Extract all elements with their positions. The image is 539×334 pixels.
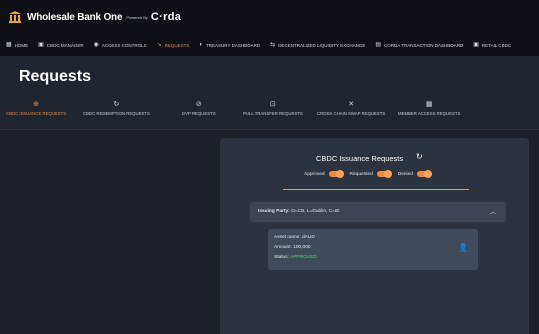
app-title: Wholesale Bank One [27,11,123,23]
tab-label: MEMBER ACCESS REQUESTS [398,111,461,116]
bank-icon [9,11,21,23]
page-title: Requests [19,68,92,85]
filter-approved-label: Approved [304,171,325,177]
amount-value: 100,000 [293,245,311,250]
request-card: Asset name: dAUD Amount: 100,000 Status:… [268,229,478,270]
amount-row: Amount: 100,000 [274,245,311,250]
request-icon: ↘ [156,42,162,48]
nav-item-label: ACCESS CONTROLS [101,42,147,48]
issuing-party-prefix: Issuing Party: [258,209,290,214]
tab-cbdc-redemption[interactable]: ↻ CBDC REDEMPTION REQUESTS [83,100,150,116]
dashboard-icon: ▤ [375,42,382,48]
asset-row: Asset name: dAUD [274,235,315,240]
nav-item-treasury-dashboard[interactable]: ◐ TREASURY DASHBOARD [199,42,260,48]
coin-icon: ⊕ [33,101,40,108]
amount-label: Amount: [274,245,292,250]
nav-item-label: DECENTRALIZED LIQUIDITY EXCHANGE [278,42,366,48]
chevron-up-icon[interactable]: ︿ [490,207,496,216]
denied-toggle[interactable] [416,170,432,178]
nav-item-cbdc-manager[interactable]: ▣ CBDC MANAGER [38,42,83,48]
dvp-icon: ⊘ [195,101,202,108]
issuing-party-accordion[interactable]: Issuing Party: O=CB, L=Dublin, C=IE ︿ [250,202,506,222]
tab-member-access[interactable]: ▦ MEMBER ACCESS REQUESTS [398,100,460,116]
nav-item-label: HOME [14,42,29,48]
filter-requested-label: Requested [349,171,373,177]
nav-item-requests[interactable]: ↘ REQUESTS [157,42,190,48]
nav-item-corda-dashboard[interactable]: ▤ CORDA TRANSACTION DASHBOARD [375,42,463,48]
tab-pull-transfer[interactable]: ⊡ PULL TRANSFER REQUESTS [243,100,303,116]
grid-icon: ▦ [6,42,12,48]
person-icon[interactable]: 👤 [458,243,468,252]
issuance-requests-panel: CBDC Issuance Requests ↻ Approved Reques… [220,138,529,334]
swap-icon: ✕ [348,101,355,108]
tab-cross-chain-swap[interactable]: ✕ CROSS CHAIN SWAP REQUESTS [317,100,385,116]
filter-requested: Requested [349,170,392,178]
status-badge: APPROVED [290,255,317,260]
nav-item-label: CBDC MANAGER [46,42,84,48]
divider [283,189,469,190]
status-row: Status: APPROVED [274,255,317,260]
nav-item-label: TREASURY DASHBOARD [206,42,261,48]
nav-item-label: RETAIL CBDC [481,42,512,48]
wallet-icon: ▣ [38,42,44,48]
issuing-party-value: O=CB, L=Dublin, C=IE [291,209,340,214]
treasury-icon: ◐ [199,42,204,48]
tab-label: DVP REQUESTS [182,111,216,116]
approved-toggle[interactable] [328,170,344,178]
tab-label: CBDC REDEMPTION REQUESTS [83,111,150,116]
status-filters: Approved Requested Denied [304,170,438,178]
issuing-party-label: Issuing Party: O=CB, L=Dublin, C=IE [258,209,339,214]
nav-item-home[interactable]: ▦ HOME [6,42,28,48]
status-label: Status: [274,255,289,260]
exchange-icon: ⇆ [270,42,276,48]
requested-toggle[interactable] [376,170,392,178]
tab-cbdc-issuance[interactable]: ⊕ CBDC ISSUANCE REQUESTS [6,100,66,116]
filter-denied: Denied [397,170,432,178]
request-tabs: ⊕ CBDC ISSUANCE REQUESTS ↻ CBDC REDEMPTI… [0,96,539,130]
transfer-icon: ⊡ [269,101,276,108]
top-bar: Wholesale Bank One Powered By C·rda [0,0,539,34]
nav-item-retail-cbdc[interactable]: ▣ RETAIL CBDC [473,42,511,48]
page-header: Requests [0,56,539,96]
panel-title: CBDC Issuance Requests [316,154,404,163]
redeem-icon: ↻ [113,101,120,108]
nav-item-label: CORDA TRANSACTION DASHBOARD [384,42,464,48]
member-icon: ▦ [425,101,433,108]
retail-icon: ▣ [473,42,479,48]
refresh-icon[interactable]: ↻ [416,152,423,161]
main-nav: ▦ HOME ▣ CBDC MANAGER ◉ ACCESS CONTROLS … [0,34,539,56]
nav-item-liquidity-exchange[interactable]: ⇆ DECENTRALIZED LIQUIDITY EXCHANGE [270,42,365,48]
asset-value: dAUD [302,235,315,240]
nav-item-access-controls[interactable]: ◉ ACCESS CONTROLS [94,42,147,48]
nav-item-label: REQUESTS [164,42,190,48]
asset-label: Asset name: [274,235,301,240]
filter-approved: Approved [304,170,344,178]
powered-by-label: Powered By [126,14,148,20]
shield-icon: ◉ [93,42,99,48]
tab-label: PULL TRANSFER REQUESTS [243,111,303,116]
filter-denied-label: Denied [397,171,413,177]
tab-label: CBDC ISSUANCE REQUESTS [6,111,67,116]
corda-logo: C·rda [150,11,182,23]
tab-dvp[interactable]: ⊘ DVP REQUESTS [182,100,216,116]
tab-label: CROSS CHAIN SWAP REQUESTS [317,111,386,116]
